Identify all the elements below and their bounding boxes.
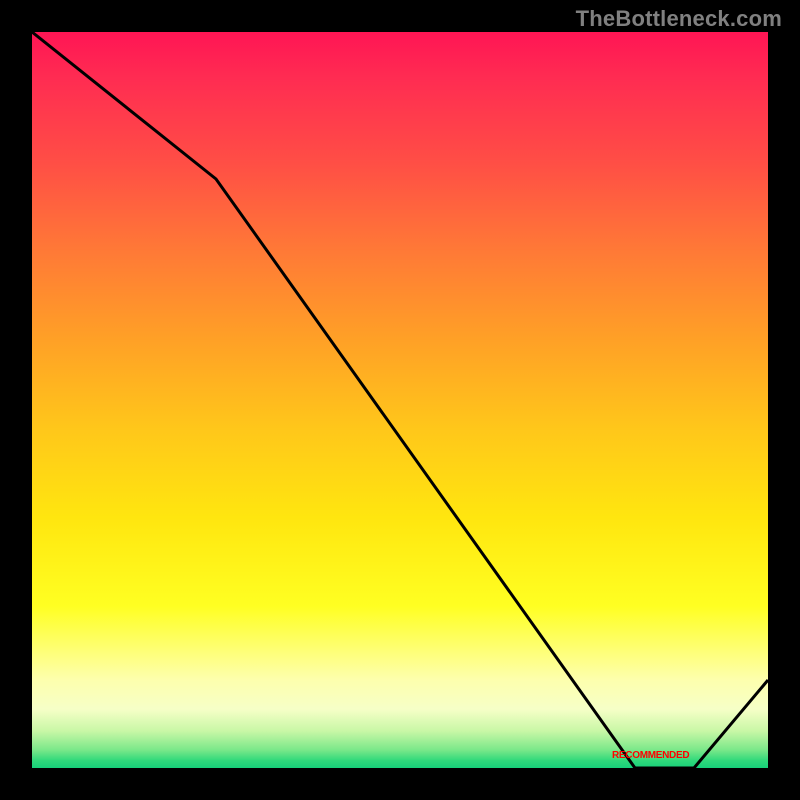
curve-path <box>32 32 768 768</box>
chart-frame: TheBottleneck.com RECOMMENDED <box>0 0 800 800</box>
line-series <box>32 32 768 768</box>
annotation-recommended: RECOMMENDED <box>612 750 689 761</box>
plot-area: RECOMMENDED <box>32 32 768 768</box>
watermark-text: TheBottleneck.com <box>576 6 782 32</box>
